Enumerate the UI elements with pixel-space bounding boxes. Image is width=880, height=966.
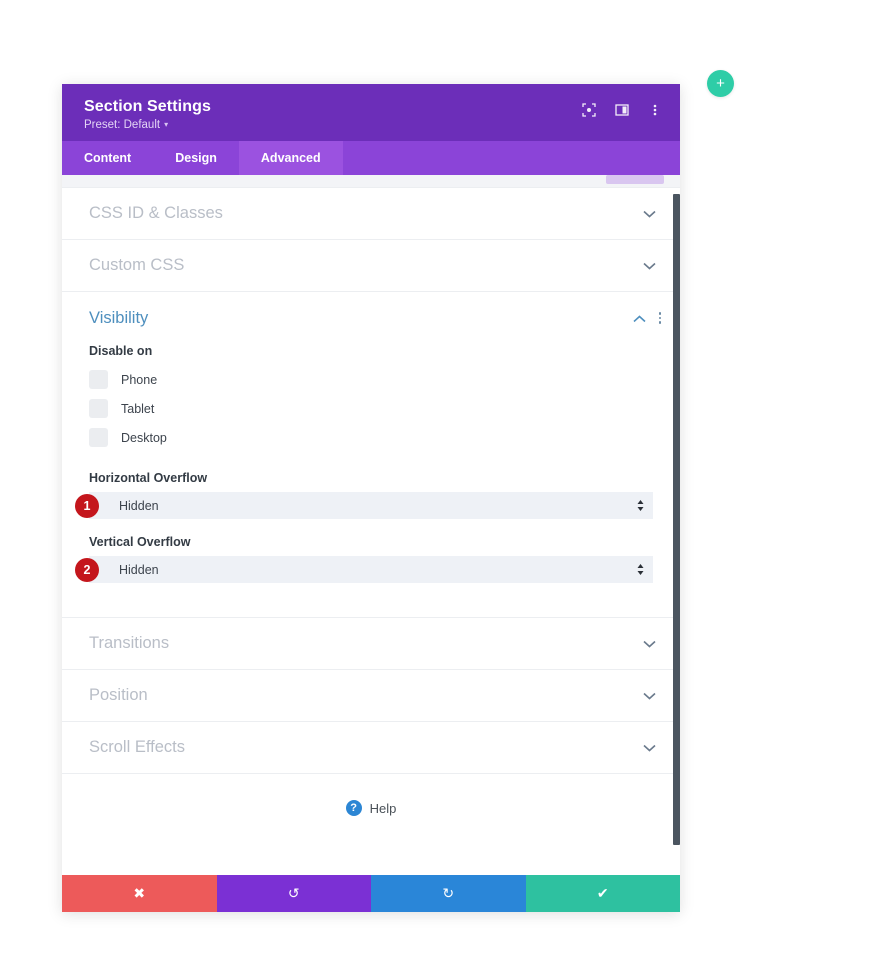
checkbox-tablet[interactable] (89, 399, 108, 418)
section-label: CSS ID & Classes (89, 204, 223, 222)
section-visibility-header[interactable]: Visibility (62, 292, 680, 344)
section-label: Position (89, 686, 148, 704)
section-custom-css[interactable]: Custom CSS (62, 240, 680, 292)
horizontal-overflow-select[interactable]: Hidden (89, 492, 653, 519)
question-mark-icon: ? (345, 800, 362, 816)
chevron-down-icon (643, 741, 656, 754)
header-titles: Section Settings Preset: Default ▾ (84, 98, 211, 131)
modal-footer: ✖ ↺ ↻ ✔ (62, 875, 680, 912)
option-label: Tablet (121, 401, 155, 416)
chevron-down-icon (643, 637, 656, 650)
tab-design[interactable]: Design (153, 141, 239, 175)
chevron-down-icon (643, 689, 656, 702)
clipped-search-row (62, 175, 680, 188)
help-label: Help (369, 800, 397, 816)
save-button[interactable]: ✔ (525, 875, 680, 912)
section-scroll-effects[interactable]: Scroll Effects (62, 722, 680, 774)
checkmark-icon: ✔ (596, 885, 609, 901)
selected-value: Hidden (119, 498, 159, 513)
page-title: Section Settings (84, 98, 211, 115)
section-label: Custom CSS (89, 256, 185, 274)
checkbox-desktop[interactable] (89, 428, 108, 447)
chevron-down-icon (643, 207, 656, 220)
section-label: Scroll Effects (89, 738, 185, 756)
chevron-down-icon: ▾ (164, 120, 169, 129)
tab-content[interactable]: Content (62, 141, 153, 175)
section-css-id-classes[interactable]: CSS ID & Classes (62, 188, 680, 240)
section-label: Transitions (89, 634, 170, 652)
selected-value: Hidden (119, 562, 159, 577)
vertical-overflow-wrap: 2 Hidden (75, 556, 653, 583)
option-label: Phone (121, 372, 158, 387)
settings-scroll-area: CSS ID & Classes Custom CSS Visibility D… (62, 175, 680, 875)
step-badge-2: 2 (75, 557, 99, 582)
tab-bar: Content Design Advanced (62, 141, 680, 175)
tab-advanced[interactable]: Advanced (238, 141, 343, 175)
disable-on-tablet[interactable]: Tablet (89, 394, 653, 423)
layout-panel-icon[interactable] (614, 102, 629, 117)
add-section-button[interactable]: + (707, 70, 734, 97)
horizontal-overflow-label: Horizontal Overflow (89, 471, 208, 485)
cancel-button[interactable]: ✖ (62, 875, 217, 912)
disable-on-phone[interactable]: Phone (89, 365, 653, 394)
select-arrows-icon (637, 500, 644, 511)
close-icon: ✖ (133, 885, 146, 901)
chevron-up-icon[interactable] (632, 312, 646, 325)
redo-button[interactable]: ↻ (371, 875, 526, 912)
preset-selector[interactable]: Preset: Default ▾ (84, 119, 211, 131)
section-transitions[interactable]: Transitions (62, 618, 680, 670)
disable-on-desktop[interactable]: Desktop (89, 423, 653, 452)
undo-button[interactable]: ↺ (216, 875, 371, 912)
kebab-menu-icon[interactable] (647, 102, 662, 117)
section-visibility: Visibility Disable on Phone Tablet Deskt… (62, 292, 680, 618)
section-label: Visibility (89, 308, 149, 327)
horizontal-overflow-wrap: 1 Hidden (75, 492, 653, 519)
disable-on-field: Disable on Phone Tablet Desktop Horizont… (62, 344, 680, 583)
disable-on-options: Phone Tablet Desktop (89, 365, 653, 452)
undo-icon: ↺ (287, 885, 300, 901)
modal-header: Section Settings Preset: Default ▾ (62, 84, 680, 141)
section-settings-modal: Section Settings Preset: Default ▾ Conte… (62, 84, 680, 912)
preset-label: Preset: Default (84, 119, 161, 131)
checkbox-phone[interactable] (89, 370, 108, 389)
disable-on-label: Disable on (89, 344, 153, 358)
header-icon-group (581, 102, 662, 117)
vertical-overflow-label: Vertical Overflow (89, 535, 191, 549)
section-header-controls (632, 310, 664, 326)
clipped-pill (606, 175, 664, 184)
step-badge-1: 1 (75, 493, 99, 518)
plus-icon: + (716, 75, 725, 92)
fullscreen-icon[interactable] (581, 102, 596, 117)
option-label: Desktop (121, 430, 167, 445)
redo-icon: ↻ (442, 885, 455, 901)
kebab-menu-icon[interactable] (657, 310, 664, 326)
section-position[interactable]: Position (62, 670, 680, 722)
select-arrows-icon (637, 564, 644, 575)
help-link[interactable]: ? Help (62, 774, 680, 842)
vertical-overflow-select[interactable]: Hidden (89, 556, 653, 583)
chevron-down-icon (643, 259, 656, 272)
vertical-scrollbar[interactable] (673, 194, 680, 845)
